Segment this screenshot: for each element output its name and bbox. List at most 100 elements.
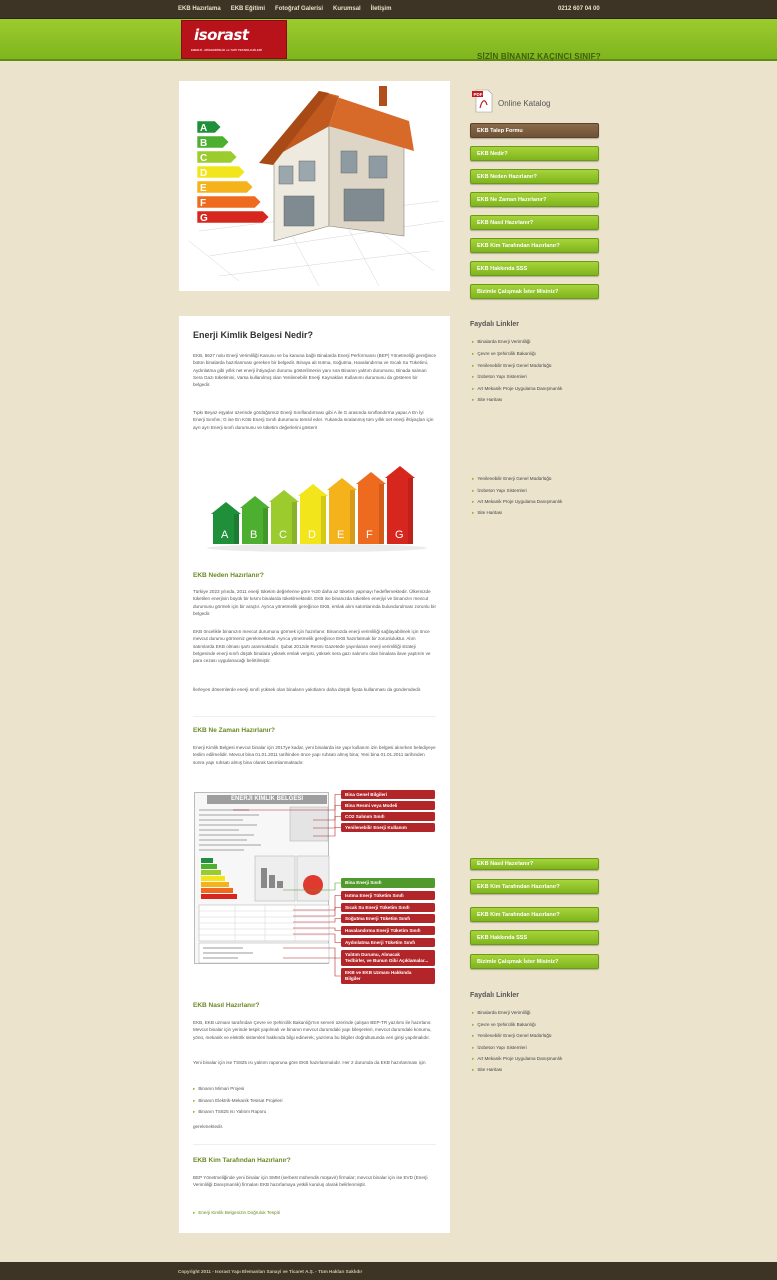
house-energy-illustration: ABCDEFG <box>188 86 445 287</box>
useful-link[interactable]: Yenilenebilir Enerji Genel Müdürlüğü <box>472 1033 551 1039</box>
svg-text:Bina Enerji Sınıfı: Bina Enerji Sınıfı <box>345 880 382 885</box>
energy-class-houses: A B C D E F G <box>207 466 427 552</box>
useful-link[interactable]: Çevre ve Şehircilik Bakanlığı <box>472 351 535 357</box>
useful-link[interactable]: Art Mekanik Proje Uygulama Danışmanlık <box>472 1056 562 1062</box>
house-letter: C <box>279 529 287 541</box>
logo-subtitle: ENERJİ - MÜHENDİSLİK ve YAPI TEKNOLOJİLE… <box>191 48 262 52</box>
logo-word: isorast <box>194 26 249 44</box>
section-why-p3: İlerleyen dönemlerde enerji sınıfı yükse… <box>193 687 422 692</box>
svg-text:Oranı: Oranı <box>345 831 357 836</box>
section-how-title: EKB Nasıl Hazırlanır? <box>193 1002 260 1009</box>
nav-ekb-egitimi[interactable]: EKB Eğitimi <box>231 6 265 12</box>
certificate-callouts: Bina Genel Bilgileri Bina Resmi veya Mode… <box>233 790 435 984</box>
accuracy-check-link[interactable]: Enerji Kimlik Belgenizin Doğruluk Tespit… <box>193 1210 280 1216</box>
useful-link[interactable]: Çevre ve Şehircilik Bakanlığı <box>472 1022 535 1028</box>
requirement-item: Binanın Elektrik-Mekanik Tesisat Projele… <box>193 1098 282 1104</box>
section-when-p1: Enerji Kimlik Belgesi mevcut binalar içi… <box>193 745 436 765</box>
nav-fotograf-galerisi[interactable]: Fotoğraf Galerisi <box>275 6 323 12</box>
house-letter: D <box>308 529 316 541</box>
useful-link[interactable]: Art Mekanik Proje Uygulama Danışmanlık <box>472 386 562 392</box>
useful-link[interactable]: İzobeton Yapı Sistemleri <box>472 1045 526 1051</box>
energy-houses-illustration: A B C D E F G <box>207 466 427 552</box>
useful-link[interactable]: Site Haritası <box>472 510 502 516</box>
svg-text:Soğutma Enerji Tüketim Sınıfı: Soğutma Enerji Tüketim Sınıfı <box>345 916 410 921</box>
nav-ekb-hazirlama[interactable]: EKB Hazırlama <box>178 6 221 12</box>
house-letter: E <box>337 529 344 541</box>
pdf-icon: PDF <box>472 89 493 113</box>
section-how-p1: EKB, EKB uzmanı tarafından Çevre ve Şehi… <box>193 1020 432 1040</box>
section-who-title: EKB Kim Tarafından Hazırlanır? <box>193 1157 291 1164</box>
ekb-ne-zaman-button[interactable]: EKB Ne Zaman Hazırlanır? <box>470 192 599 207</box>
svg-text:Bina Genel Bilgileri: Bina Genel Bilgileri <box>345 792 387 797</box>
energy-house-f: F <box>356 472 386 544</box>
useful-links-title-2: Faydalı Linkler <box>470 992 520 999</box>
svg-text:Bilgiler: Bilgiler <box>345 976 361 981</box>
online-catalog-link[interactable]: PDF Online Katalog <box>470 88 599 114</box>
requirement-item: Binanın TS825 Isı Yalıtım Raporu <box>193 1109 266 1115</box>
energy-house-c: C <box>269 490 299 544</box>
divider <box>193 716 436 717</box>
useful-link[interactable]: Site Haritası <box>472 1067 502 1073</box>
ekb-neden-button[interactable]: EKB Neden Hazırlanır? <box>470 169 599 184</box>
ekb-nasil-button-2[interactable]: EKB Nasıl Hazırlanır? <box>470 858 599 870</box>
useful-link[interactable]: Binalarda Enerji Verimliliği <box>472 1010 530 1016</box>
useful-link[interactable]: Art Mekanik Proje Uygulama Danışmanlık <box>472 499 562 505</box>
nav-kurumsal[interactable]: Kurumsal <box>333 6 361 12</box>
useful-link[interactable]: Yenilenebilir Enerji Genel Müdürlüğü <box>472 363 551 369</box>
energy-class-bars: ABCDEFG <box>196 120 270 224</box>
pdf-badge: PDF <box>474 92 483 97</box>
useful-link[interactable]: Site Haritası <box>472 397 502 403</box>
intro-paragraph-2: Tıpkı Beyaz eşyalar üzerinde gördüğümüz … <box>193 410 434 430</box>
ekb-sss-button-2[interactable]: EKB Hakkında SSS <box>470 930 599 945</box>
content-panel: Enerji Kimlik Belgesi Nedir? EKB, 5627 n… <box>179 316 450 1233</box>
callout-label: Yenilenebilir Enerji KullanımOranı <box>313 823 435 837</box>
useful-link[interactable]: İzobeton Yapı Sistemleri <box>472 374 526 380</box>
ekb-nasil-button[interactable]: EKB Nasıl Hazırlanır? <box>470 215 599 230</box>
ekb-kim-button[interactable]: EKB Kim Tarafından Hazırlanır? <box>470 238 599 253</box>
useful-link[interactable]: İzobeton Yapı Sistemleri <box>472 488 526 494</box>
ekb-nedir-button[interactable]: EKB Nedir? <box>470 146 599 161</box>
energy-class-bar-f <box>196 195 262 209</box>
house-letter: G <box>395 529 404 541</box>
energy-class-letter: A <box>200 123 207 134</box>
section-how-p3: gerekmektedir. <box>193 1124 224 1129</box>
bizimle-calisin-button[interactable]: Bizimle Çalışmak İster Misiniz? <box>470 284 599 299</box>
section-why-p2: EKB öncelikle binanızın mevcut durumunu … <box>193 629 431 664</box>
energy-class-letter: C <box>200 153 207 164</box>
energy-class-letter: E <box>200 183 207 194</box>
energy-house-g: G <box>385 466 415 544</box>
svg-text:Bina Resmi veya Modeli: Bina Resmi veya Modeli <box>345 803 397 808</box>
energy-house-e: E <box>327 478 357 544</box>
svg-text:EKB ve EKB Uzmanı Hakkında: EKB ve EKB Uzmanı Hakkında <box>345 970 412 975</box>
ekb-sss-button[interactable]: EKB Hakkında SSS <box>470 261 599 276</box>
online-catalog-label: Online Katalog <box>498 99 551 108</box>
requirement-item: Binanın Mimari Projesi <box>193 1086 244 1092</box>
energy-class-letter: G <box>200 213 208 224</box>
top-bar: EKB Hazırlama EKB Eğitimi Fotoğraf Galer… <box>0 0 777 19</box>
house-letter: A <box>221 529 229 541</box>
bizimle-calisin-button-2[interactable]: Bizimle Çalışmak İster Misiniz? <box>470 954 599 969</box>
useful-link[interactable]: Binalarda Enerji Verimliliği <box>472 339 530 345</box>
energy-house-b: B <box>240 496 270 544</box>
callout-label: Aydınlatma Enerji Tüketim Sınıfı <box>293 933 435 947</box>
divider <box>193 1144 436 1145</box>
intro-paragraph-1: EKB, 5627 nolu Enerji Verimliliği Kanunu… <box>193 353 437 388</box>
svg-text:Sıcak Su Enerji Tüketim Sınıfı: Sıcak Su Enerji Tüketim Sınıfı <box>345 905 410 910</box>
certificate-diagram: ENERJİ KİMLİK BELGESİ Bina Genel Bilgile… <box>193 790 436 992</box>
header-band: SİZİN BİNANIZ KAÇINCI SINIF? <box>0 19 777 61</box>
phone-number: 0212 607 04 00 <box>558 6 600 12</box>
isorast-logo[interactable]: isorast ENERJİ - MÜHENDİSLİK ve YAPI TEK… <box>181 20 287 59</box>
copyright-text: Copyright 2011 - Isorast Yapı Elemanları… <box>178 1269 363 1274</box>
footer: Copyright 2011 - Isorast Yapı Elemanları… <box>0 1262 777 1280</box>
ekb-talep-formu-button[interactable]: EKB Talep Formu <box>470 123 599 138</box>
ekb-kim-button-2[interactable]: EKB Kim Tarafından Hazırlanır? <box>470 879 599 894</box>
svg-text:Isıtma Enerji Tüketim Sınıfı: Isıtma Enerji Tüketim Sınıfı <box>345 893 404 898</box>
svg-text:Havalandırma Enerji Tüketim Sı: Havalandırma Enerji Tüketim Sınıfı <box>345 928 421 933</box>
svg-text:Tedbirler, ve Bunun Gibi Açıkl: Tedbirler, ve Bunun Gibi Açıklamalar... <box>345 958 428 963</box>
useful-link[interactable]: Yenilenebilir Enerji Genel Müdürlüğü <box>472 476 551 482</box>
energy-class-bar-g <box>196 210 270 224</box>
top-nav: EKB Hazırlama EKB Eğitimi Fotoğraf Galer… <box>178 6 401 12</box>
energy-house-a: A <box>211 502 241 544</box>
ekb-kim-button-3[interactable]: EKB Kim Tarafından Hazırlanır? <box>470 907 599 922</box>
nav-iletisim[interactable]: İletişim <box>371 6 392 12</box>
